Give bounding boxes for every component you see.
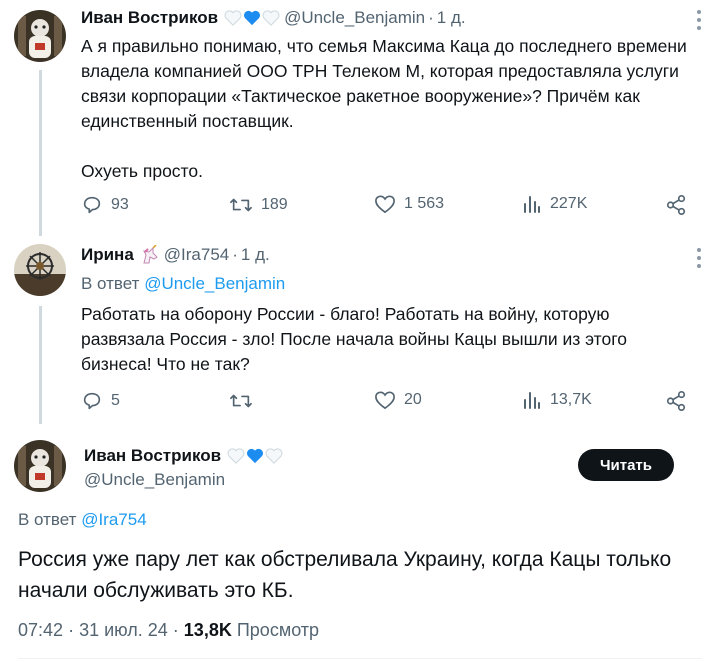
tweet-time[interactable]: 07:42	[18, 620, 63, 640]
avatar[interactable]	[14, 244, 66, 296]
author-handle[interactable]: @Ira754	[164, 245, 229, 265]
share-button[interactable]	[665, 390, 695, 412]
tweet-time[interactable]: 1 д.	[241, 245, 270, 265]
retweet-button[interactable]	[229, 390, 261, 412]
tweet-header: Иван Востриков @Uncle_Benjamin · 1 д.	[81, 8, 466, 28]
tweet-time[interactable]: 1 д.	[437, 8, 466, 28]
like-icon	[375, 195, 395, 214]
unicorn-emoji	[140, 245, 160, 265]
views-icon	[524, 196, 540, 213]
more-icon[interactable]	[696, 10, 702, 30]
views-icon	[524, 392, 540, 409]
retweet-icon	[230, 394, 252, 408]
reply-context: В ответ @Uncle_Benjamin	[81, 274, 285, 294]
views-label: Просмотр	[236, 620, 320, 640]
retweet-icon	[230, 198, 252, 212]
reply-icon	[83, 392, 101, 410]
white-heart-icon	[265, 448, 283, 464]
tweet-meta: 07:42 · 31 июл. 24 · 13,8K Просмотр	[18, 620, 319, 641]
unicorn-icon	[142, 245, 158, 264]
separator: ·	[172, 620, 184, 640]
avatar[interactable]	[14, 440, 66, 492]
author-name[interactable]: Иван Востриков	[84, 446, 221, 466]
avatar-image	[14, 10, 66, 62]
like-count: 1 563	[404, 195, 445, 212]
blue-heart-icon	[247, 448, 264, 464]
like-count: 20	[404, 391, 422, 408]
share-icon	[666, 195, 686, 215]
author-name[interactable]: Иван Востриков	[81, 8, 218, 28]
reply-prefix: В ответ	[18, 510, 77, 529]
views-count: 13,8K	[183, 620, 232, 640]
follow-button[interactable]: Читать	[578, 449, 674, 481]
heart-emojis	[227, 448, 283, 464]
main-tweet-author: Иван Востриков	[84, 446, 283, 466]
reply-count: 5	[111, 392, 120, 409]
reply-count: 93	[111, 196, 129, 213]
tweet-date[interactable]: 31 июл. 24	[79, 620, 168, 640]
more-icon[interactable]	[696, 248, 702, 268]
action-bar: 5 20 13,7K	[81, 390, 691, 418]
tweet-text: А я правильно понимаю, что семья Максима…	[81, 36, 687, 181]
tweet-2[interactable]: Ирина @Ira754 · 1 д. В ответ @Uncle_Benj…	[0, 236, 720, 426]
like-button[interactable]: 1 563	[374, 194, 444, 214]
views-button[interactable]: 227K	[522, 194, 587, 214]
action-bar: 93 189 1 563 227K	[81, 194, 691, 222]
separator: ·	[428, 8, 434, 27]
avatar-image	[14, 244, 66, 296]
divider	[18, 658, 702, 659]
like-icon	[375, 391, 395, 410]
white-heart-icon	[262, 10, 280, 26]
author-handle[interactable]: @Uncle_Benjamin	[84, 470, 225, 490]
author-name[interactable]: Ирина	[81, 245, 134, 265]
blue-heart-icon	[244, 10, 261, 26]
reply-button[interactable]: 5	[81, 390, 120, 412]
views-count: 13,7K	[550, 391, 592, 408]
tweet-text: Работать на оборону России - благо! Рабо…	[81, 304, 627, 374]
reply-to-link[interactable]: @Uncle_Benjamin	[144, 274, 285, 293]
retweet-button[interactable]: 189	[229, 194, 288, 216]
reply-context: В ответ @Ira754	[18, 510, 147, 530]
retweet-count: 189	[261, 196, 288, 213]
separator: ·	[232, 245, 238, 264]
like-button[interactable]: 20	[374, 390, 422, 410]
separator: ·	[68, 620, 80, 640]
heart-emojis	[224, 10, 280, 26]
share-button[interactable]	[665, 194, 695, 216]
reply-icon	[83, 196, 101, 214]
main-tweet-handle: @Uncle_Benjamin	[84, 470, 225, 490]
author-handle[interactable]: @Uncle_Benjamin	[284, 8, 425, 28]
tweet-header: Ирина @Ira754 · 1 д.	[81, 245, 270, 265]
avatar[interactable]	[14, 10, 66, 62]
avatar-image	[14, 440, 66, 492]
reply-button[interactable]: 93	[81, 194, 129, 216]
views-button[interactable]: 13,7K	[522, 390, 592, 410]
white-heart-icon	[227, 448, 245, 464]
main-tweet-text: Россия уже пару лет как обстреливала Укр…	[18, 548, 672, 602]
tweet-1[interactable]: Иван Востриков @Uncle_Benjamin · 1 д. А …	[0, 0, 720, 236]
reply-prefix: В ответ	[81, 274, 140, 293]
share-icon	[666, 391, 686, 411]
reply-to-link[interactable]: @Ira754	[81, 510, 146, 529]
views-count: 227K	[550, 195, 588, 212]
white-heart-icon	[224, 10, 242, 26]
